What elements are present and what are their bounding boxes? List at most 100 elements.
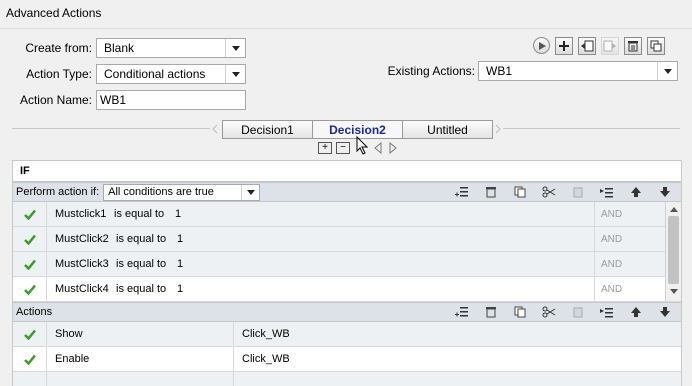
action-name: Enable (55, 353, 90, 365)
move-down-icon[interactable] (657, 304, 673, 320)
existing-actions-dropdown[interactable]: WB1 (478, 61, 678, 81)
action-name: Show (55, 328, 83, 340)
condition-variable: MustClick2 (55, 233, 109, 245)
mouse-cursor-icon (356, 135, 370, 156)
check-icon[interactable] (13, 227, 47, 251)
condition-variable: Mustclick1 (55, 208, 107, 220)
check-icon[interactable] (13, 347, 47, 371)
action-target: Click_WB (233, 322, 290, 346)
decision-panel: IF Perform action if: All conditions are… (12, 160, 682, 386)
import-icon[interactable] (578, 37, 596, 55)
remove-decision-icon[interactable]: − (336, 142, 350, 154)
condition-row[interactable]: Mustclick1 is equal to 1 AND (13, 202, 681, 227)
window-title: Advanced Actions (6, 6, 102, 20)
cut-icon[interactable] (541, 184, 557, 200)
check-icon[interactable] (13, 252, 47, 276)
delete-row-icon[interactable] (483, 304, 499, 320)
condition-mode-value: All conditions are true (108, 185, 214, 198)
copy-icon[interactable] (512, 304, 528, 320)
perform-action-bar: Perform action if: All conditions are tr… (13, 182, 681, 202)
action-list: Show Click_WB Enable Click_WB (13, 322, 681, 386)
action-name-input[interactable]: WB1 (96, 90, 246, 110)
condition-toolbar (454, 183, 673, 201)
empty-check-cell[interactable] (13, 372, 47, 386)
action-target: Click_WB (233, 347, 290, 371)
scroll-right-icon[interactable] (493, 123, 503, 134)
condition-row[interactable]: MustClick2 is equal to 1 AND (13, 227, 681, 252)
scrollbar-thumb[interactable] (668, 216, 679, 284)
scroll-down-icon[interactable] (666, 284, 681, 298)
empty-target-cell (233, 372, 234, 386)
move-up-icon[interactable] (628, 304, 644, 320)
chevron-down-icon (657, 62, 677, 80)
action-type-dropdown[interactable]: Conditional actions (96, 64, 246, 84)
move-up-icon[interactable] (628, 184, 644, 200)
title-divider (0, 28, 692, 29)
condition-logic[interactable]: AND (594, 227, 665, 251)
paste-icon (570, 184, 586, 200)
export-icon (601, 37, 619, 55)
delete-row-icon[interactable] (483, 184, 499, 200)
check-icon[interactable] (13, 202, 47, 226)
delete-icon[interactable] (624, 37, 642, 55)
condition-operator: is equal to (116, 283, 167, 295)
tab-strip-line-right (503, 128, 680, 129)
condition-value: 1 (177, 233, 184, 245)
insert-row-icon[interactable] (454, 304, 470, 320)
create-from-label: Create from: (25, 41, 92, 55)
existing-actions-label: Existing Actions: (387, 64, 475, 78)
cut-icon[interactable] (541, 304, 557, 320)
tab-strip-line-left (12, 128, 210, 129)
action-row-empty[interactable] (13, 372, 681, 386)
condition-variable: MustClick4 (55, 283, 109, 295)
condition-logic[interactable]: AND (594, 252, 665, 276)
decision-controls: + − (318, 142, 350, 154)
insert-above-icon[interactable] (599, 184, 615, 200)
create-from-value: Blank (104, 41, 135, 55)
insert-row-icon[interactable] (454, 184, 470, 200)
tab-decision1[interactable]: Decision1 (222, 120, 313, 139)
condition-mode-dropdown[interactable]: All conditions are true (103, 183, 261, 201)
condition-value: 1 (175, 208, 182, 220)
chevron-down-icon (241, 184, 259, 200)
existing-actions-value: WB1 (486, 64, 513, 78)
tab-untitled[interactable]: Untitled (402, 120, 493, 139)
condition-variable: MustClick3 (55, 258, 109, 270)
move-right-icon[interactable] (388, 141, 398, 155)
preview-icon[interactable] (533, 37, 550, 54)
duplicate-icon[interactable] (647, 37, 665, 55)
check-icon[interactable] (13, 322, 47, 346)
move-left-icon[interactable] (373, 141, 383, 155)
conditions-scrollbar[interactable] (665, 202, 681, 301)
scroll-left-icon[interactable] (210, 123, 220, 134)
check-icon[interactable] (13, 277, 47, 301)
if-header: IF (13, 161, 681, 182)
add-decision-icon[interactable]: + (318, 142, 332, 154)
condition-list: Mustclick1 is equal to 1 AND MustClick2 … (13, 202, 681, 302)
paste-icon (570, 304, 586, 320)
actions-toolbar (454, 303, 673, 321)
action-row[interactable]: Show Click_WB (13, 322, 681, 347)
condition-logic[interactable]: AND (594, 277, 665, 301)
condition-operator: is equal to (114, 208, 165, 220)
action-row[interactable]: Enable Click_WB (13, 347, 681, 372)
condition-value: 1 (177, 258, 184, 270)
condition-operator: is equal to (116, 233, 167, 245)
insert-above-icon[interactable] (599, 304, 615, 320)
scroll-up-icon[interactable] (666, 202, 681, 216)
condition-value: 1 (177, 283, 184, 295)
move-down-icon[interactable] (657, 184, 673, 200)
chevron-down-icon (225, 65, 245, 83)
chevron-down-icon (225, 39, 245, 57)
actions-bar: Actions (13, 302, 681, 322)
condition-logic[interactable]: AND (594, 202, 665, 226)
condition-row[interactable]: MustClick4 is equal to 1 AND (13, 277, 681, 302)
condition-row[interactable]: MustClick3 is equal to 1 AND (13, 252, 681, 277)
actions-header: Actions (16, 306, 53, 318)
copy-icon[interactable] (512, 184, 528, 200)
action-type-label: Action Type: (26, 67, 92, 81)
create-from-dropdown[interactable]: Blank (96, 38, 246, 58)
add-icon[interactable] (555, 37, 573, 55)
action-toolbar (533, 37, 665, 55)
action-type-value: Conditional actions (104, 67, 206, 81)
